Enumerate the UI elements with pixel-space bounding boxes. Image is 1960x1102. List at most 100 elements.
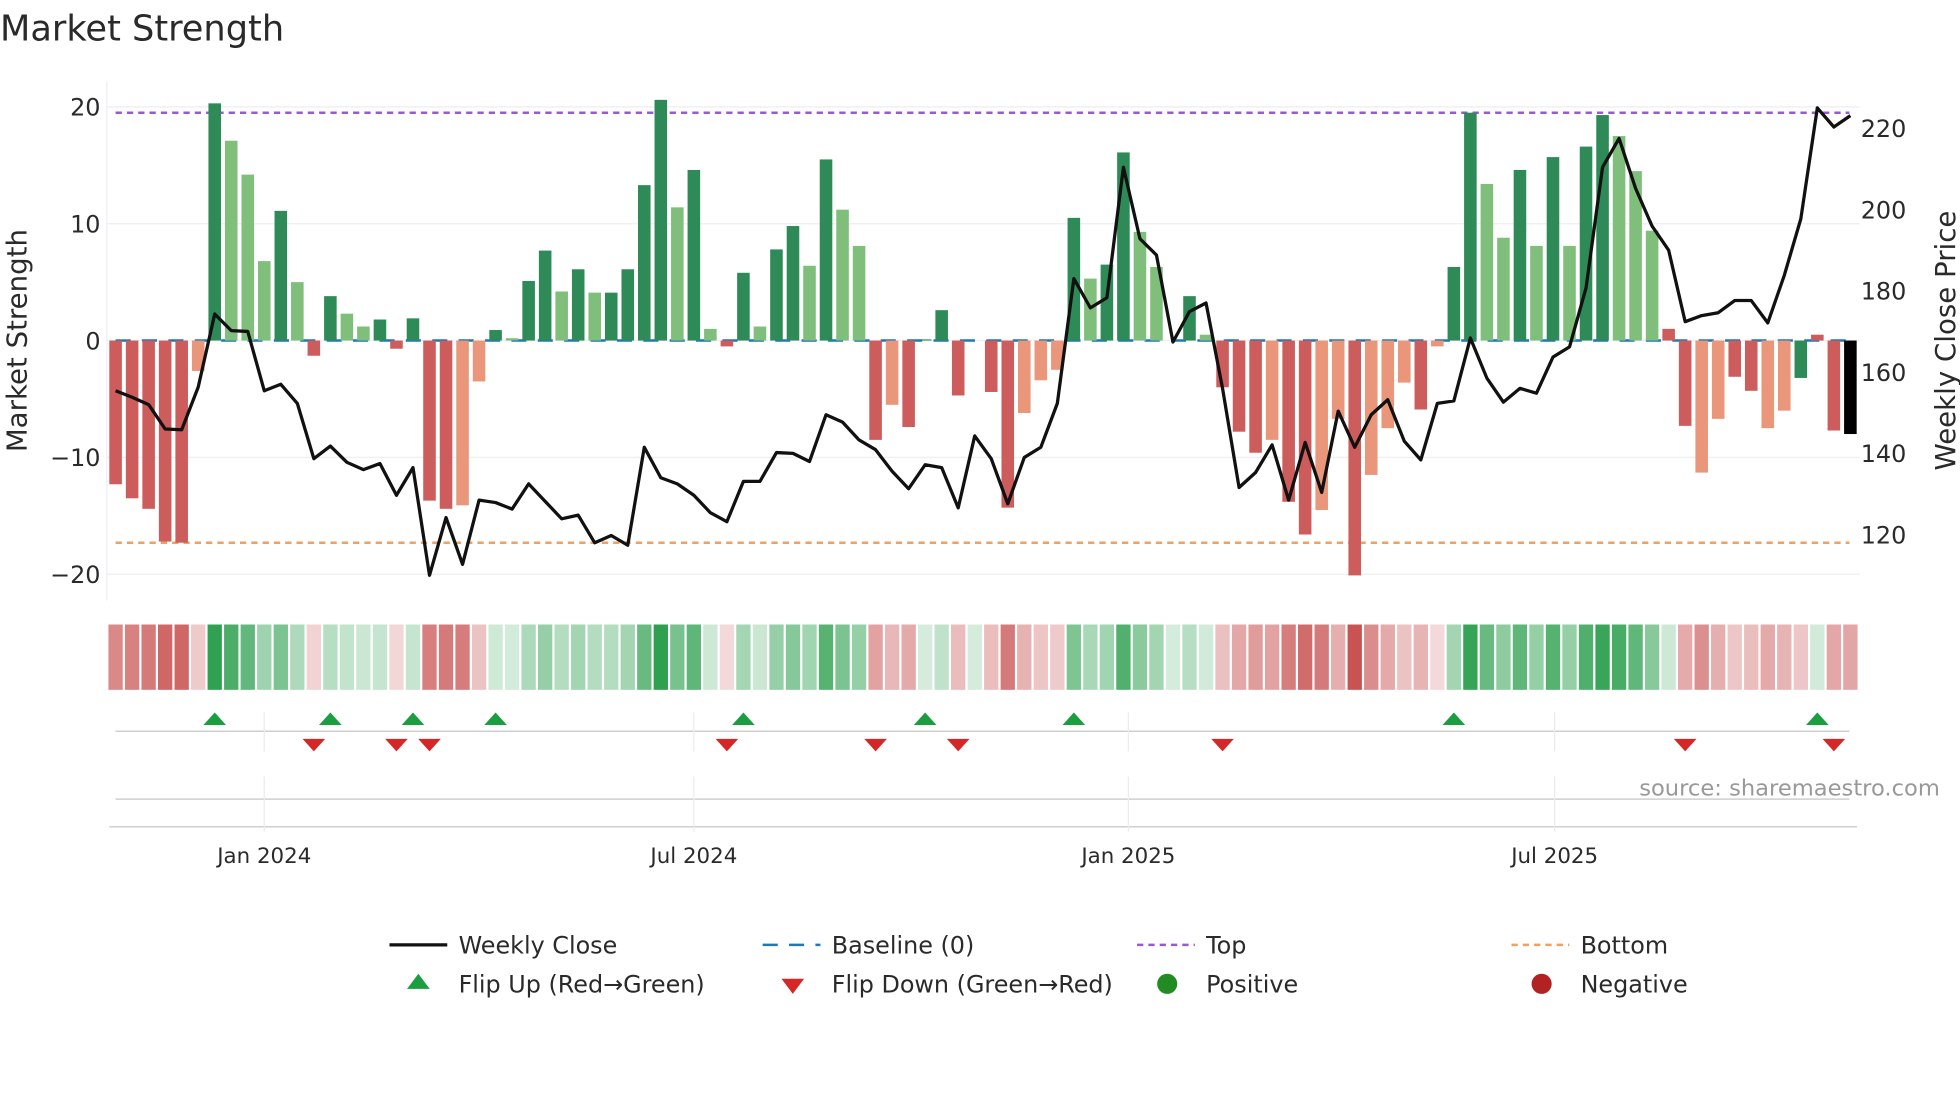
strength-bar — [125, 340, 139, 499]
y2-tick-label: 160 — [1861, 359, 1907, 387]
y-tick-label: 0 — [85, 327, 100, 355]
heat-strip-cell — [752, 624, 768, 690]
strength-bar — [423, 340, 436, 501]
y2-axis-label: Weekly Close Price — [1929, 211, 1960, 471]
strength-bar — [571, 269, 585, 341]
strength-bar — [604, 292, 618, 341]
legend-label: Weekly Close — [459, 932, 618, 960]
strength-bar — [1546, 157, 1560, 341]
strength-bar — [902, 340, 915, 428]
strength-bar — [1497, 237, 1510, 341]
strength-bar — [1398, 340, 1411, 383]
heat-strip-cell — [984, 624, 999, 690]
strength-bar — [1018, 340, 1031, 413]
heat-strip-cell — [1281, 624, 1296, 690]
heat-strip-cell — [1611, 624, 1627, 690]
x-tick-label: Jan 2025 — [1079, 844, 1175, 869]
strength-bar — [935, 310, 948, 341]
strength-bar — [1348, 340, 1362, 576]
heat-strip-cell — [1496, 624, 1511, 690]
strength-bar — [1711, 340, 1725, 419]
strength-bar — [1811, 334, 1824, 341]
heat-strip-cell — [438, 624, 454, 690]
heat-strip-cell — [1050, 624, 1065, 690]
legend-flip-down-icon — [781, 978, 805, 994]
strength-bar — [1464, 112, 1477, 341]
heat-strip-cell — [1331, 624, 1346, 690]
strength-bar — [1678, 340, 1692, 426]
strength-bar — [109, 340, 122, 485]
heat-strip-cell — [306, 624, 322, 690]
strength-bar — [869, 340, 882, 440]
legend-label: Flip Up (Red→Green) — [459, 971, 705, 999]
strength-bar — [357, 326, 370, 341]
heat-strip-cell — [1777, 624, 1792, 690]
strength-bar — [1100, 264, 1114, 341]
strength-bar — [1447, 266, 1461, 341]
heat-strip-cell — [637, 624, 652, 690]
strength-bar — [456, 340, 469, 506]
heat-strip-cell — [273, 624, 288, 690]
heat-strip-cell — [1793, 624, 1808, 690]
heat-strip-cell — [356, 624, 371, 690]
strength-bar — [803, 265, 816, 341]
heat-strip-cell — [1644, 624, 1660, 690]
heat-strip-cell — [1347, 624, 1362, 690]
flip-up-marker — [1442, 712, 1466, 726]
strength-bar — [555, 291, 568, 341]
flip-down-marker — [418, 738, 441, 752]
heat-strip-cell — [1430, 624, 1445, 690]
strength-bar — [951, 340, 965, 396]
strength-bar — [1001, 340, 1015, 508]
heat-strip-cell — [455, 624, 470, 690]
heat-strip-cell — [571, 624, 586, 690]
flip-up-marker — [1806, 712, 1829, 726]
legend-label: Bottom — [1581, 932, 1669, 960]
heat-strip-cell — [1413, 624, 1428, 690]
y-tick-label: −20 — [50, 561, 100, 589]
strength-bar — [175, 340, 188, 543]
heat-strip-cell — [1000, 624, 1015, 690]
legend-negative-icon — [1531, 973, 1552, 994]
heat-strip-cell — [917, 624, 933, 690]
strength-bar — [1084, 278, 1097, 341]
heat-strip-cell — [1744, 624, 1759, 690]
y-tick-label: 10 — [70, 211, 100, 239]
heat-strip-cell — [1264, 624, 1280, 690]
heat-strip-cell — [1215, 624, 1230, 690]
heat-strip-cell — [1545, 624, 1561, 690]
heat-strip-cell — [1099, 624, 1115, 690]
legend-label: Positive — [1206, 971, 1298, 999]
x-tick-label: Jul 2025 — [1509, 844, 1598, 869]
strength-bar — [1414, 340, 1428, 410]
strength-bar — [1199, 334, 1213, 341]
heat-strip-cell — [868, 624, 883, 690]
heat-strip-cell — [1165, 624, 1181, 690]
strength-bar — [1645, 230, 1659, 341]
heat-strip-cell — [604, 624, 619, 690]
heat-strip-cell — [785, 624, 801, 690]
strength-bar — [1744, 340, 1758, 391]
heat-strip-cell — [521, 624, 536, 690]
heat-strip-cell — [257, 624, 272, 690]
strength-bar — [406, 318, 420, 341]
strength-bar — [158, 340, 172, 542]
legend-label: Negative — [1581, 971, 1688, 999]
heat-strip-cell — [587, 624, 602, 690]
heat-strip-cell — [1529, 624, 1544, 690]
heat-strip-cell — [124, 624, 140, 690]
source-credit: source: sharemaestro.com — [1639, 775, 1940, 801]
heat-strip-cell — [703, 624, 718, 690]
strength-bar — [1695, 340, 1708, 473]
heat-strip-cell — [1066, 624, 1082, 690]
strength-bar — [918, 339, 932, 341]
flip-up-marker — [203, 712, 227, 726]
strength-bar — [208, 103, 222, 341]
legend-positive-icon — [1157, 973, 1178, 994]
strength-bar — [224, 140, 238, 341]
heat-strip-cell — [1578, 624, 1594, 690]
heat-strip-cell — [1314, 624, 1329, 690]
strength-bar — [1133, 231, 1147, 341]
heat-strip-cell — [389, 624, 404, 690]
heat-strip-cell — [1132, 624, 1148, 690]
